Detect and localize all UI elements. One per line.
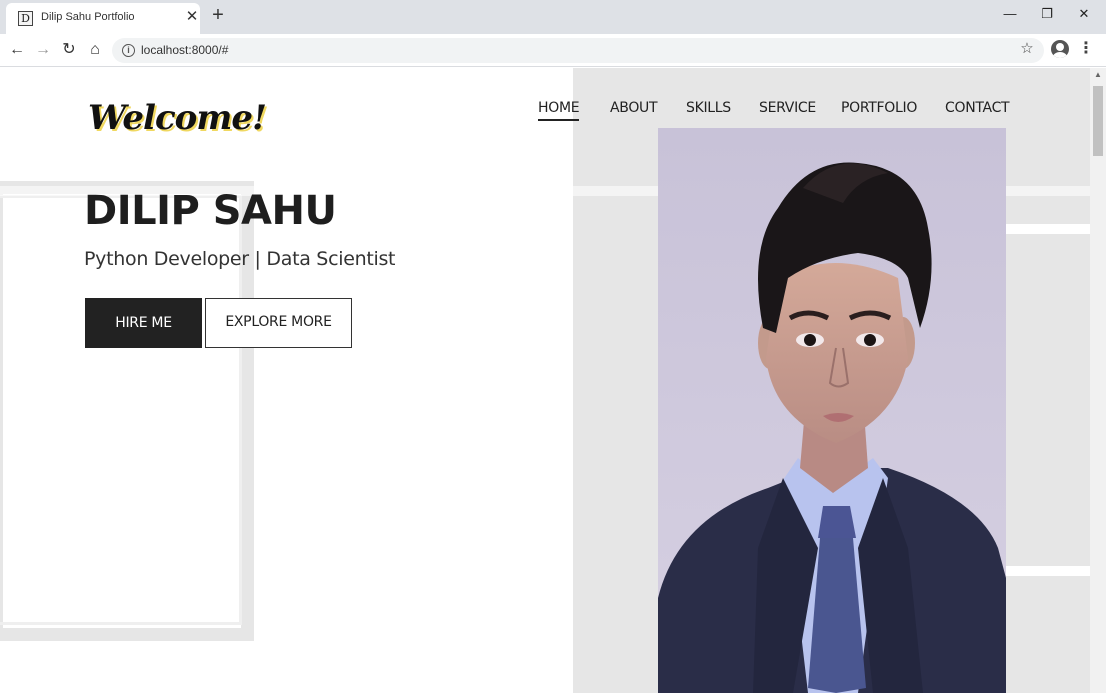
profile-icon[interactable] <box>1051 40 1069 58</box>
nav-contact[interactable]: CONTACT <box>945 100 1010 116</box>
minimize-icon[interactable]: — <box>996 4 1024 24</box>
browser-tab[interactable]: D Dilip Sahu Portfolio ✕ <box>6 3 200 34</box>
logo[interactable]: Welcome! <box>88 98 267 138</box>
forward-icon[interactable]: → <box>32 39 54 61</box>
scroll-up-icon[interactable]: ▲ <box>1090 68 1106 82</box>
home-icon[interactable]: ⌂ <box>84 39 106 61</box>
decorative-strip <box>1006 224 1090 234</box>
nav-about[interactable]: ABOUT <box>610 100 658 116</box>
hire-me-button[interactable]: HIRE ME <box>85 298 202 348</box>
decorative-strip <box>1006 566 1090 576</box>
profile-photo <box>658 128 1006 693</box>
back-icon[interactable]: ← <box>6 39 28 61</box>
window-close-icon[interactable]: ✕ <box>1070 4 1098 24</box>
new-tab-icon[interactable]: + <box>208 5 228 25</box>
star-icon[interactable]: ☆ <box>1018 40 1036 58</box>
menu-icon[interactable]: ⋮ <box>1078 40 1094 58</box>
nav-skills[interactable]: SKILLS <box>686 100 731 116</box>
browser-toolbar: ← → ↻ ⌂ i localhost:8000/# <box>0 34 1106 67</box>
tab-title: Dilip Sahu Portfolio <box>41 11 135 23</box>
restore-icon[interactable]: ❐ <box>1033 4 1061 24</box>
hero-name: DILIP SAHU <box>84 188 337 234</box>
browser-tabbar: D Dilip Sahu Portfolio ✕ + — ❐ ✕ <box>0 0 1106 34</box>
hero-subtitle: Python Developer | Data Scientist <box>84 248 396 270</box>
page-viewport: Welcome! HOME ABOUT SKILLS SERVICE PORTF… <box>0 68 1090 693</box>
explore-more-button[interactable]: EXPLORE MORE <box>205 298 352 348</box>
nav-service[interactable]: SERVICE <box>759 100 816 116</box>
scroll-thumb[interactable] <box>1093 86 1103 156</box>
page-scrollbar[interactable]: ▲ <box>1090 68 1106 693</box>
info-icon[interactable]: i <box>122 44 135 57</box>
nav-home[interactable]: HOME <box>538 100 580 121</box>
url-text[interactable]: localhost:8000/# <box>141 43 228 57</box>
tab-close-icon[interactable]: ✕ <box>183 8 201 26</box>
favicon-icon: D <box>18 11 33 26</box>
nav-portfolio[interactable]: PORTFOLIO <box>841 100 917 116</box>
address-bar[interactable]: i localhost:8000/# <box>112 38 1044 63</box>
reload-icon[interactable]: ↻ <box>58 39 80 61</box>
profile-photo-illustration <box>658 128 1006 693</box>
